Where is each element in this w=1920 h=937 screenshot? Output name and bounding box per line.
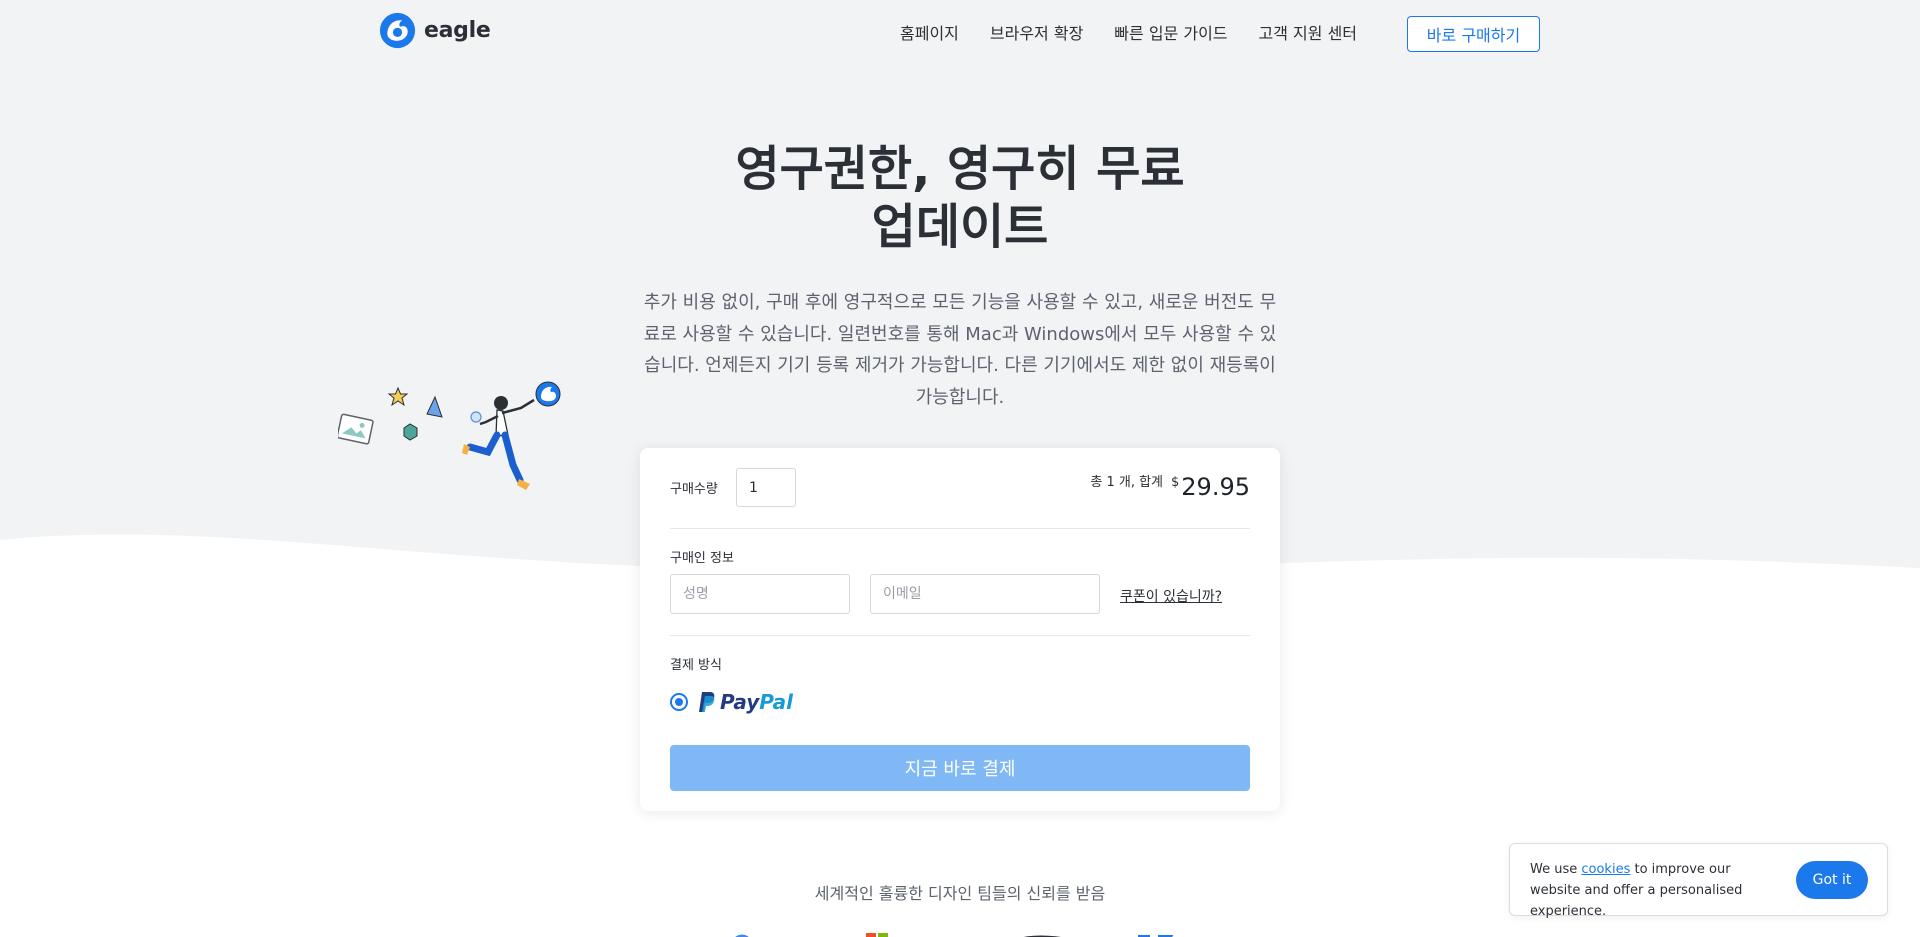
hero-illustration — [338, 381, 561, 490]
payment-method-label: 결제 방식 — [670, 658, 722, 673]
paypal-pay: Pay — [720, 690, 760, 714]
cookies-link[interactable]: cookies — [1581, 862, 1630, 877]
photo-icon — [338, 413, 374, 445]
eagle-logo-icon — [379, 12, 416, 49]
nav-home[interactable]: 홈페이지 — [900, 20, 959, 44]
logo-text: eagle — [424, 18, 491, 43]
paypal-option[interactable]: PayPal — [670, 690, 793, 714]
name-input[interactable] — [670, 574, 850, 614]
paypal-radio[interactable] — [670, 693, 688, 711]
main-nav: 홈페이지 브라우저 확장 빠른 입문 가이드 고객 지원 센터 — [900, 20, 1357, 44]
radio-selected-dot — [675, 698, 683, 706]
price-amount: 29.95 — [1181, 473, 1250, 501]
price-currency: $ — [1171, 475, 1180, 490]
buyer-info-label: 구매인 정보 — [670, 551, 734, 566]
cookie-text: We use cookies to improve our website an… — [1530, 859, 1780, 922]
circle-shape — [470, 411, 482, 423]
title-line-2: 업데이트 — [871, 199, 1049, 255]
page-title: 영구권한, 영구히 무료 업데이트 — [660, 140, 1260, 256]
nav-quick-start-guide[interactable]: 빠른 입문 가이드 — [1114, 20, 1227, 44]
quantity-label: 구매수량 — [670, 482, 718, 497]
hero-subtitle: 추가 비용 없이, 구매 후에 영구적으로 모든 기능을 사용할 수 있고, 새… — [643, 292, 1277, 408]
triangle-shape — [426, 395, 443, 418]
trusted-by-text: 세계적인 훌륭한 디자인 팀들의 신뢰를 받음 — [814, 884, 1106, 903]
got-it-button[interactable]: Got it — [1796, 861, 1868, 899]
paypal-pal: Pal — [759, 690, 794, 714]
paypal-icon — [699, 692, 715, 712]
title-line-1: 영구권한, 영구히 무료 — [735, 141, 1185, 197]
pay-now-button[interactable]: 지금 바로 결제 — [670, 745, 1250, 791]
partner-logos-strip — [735, 933, 1174, 937]
nav-support-center[interactable]: 고객 지원 센터 — [1259, 20, 1358, 44]
cookie-text-before: We use — [1530, 862, 1582, 877]
coupon-link[interactable]: 쿠폰이 있습니까? — [1120, 586, 1222, 606]
email-input[interactable] — [870, 574, 1100, 614]
running-person — [462, 381, 561, 490]
cube-shape — [403, 423, 418, 441]
brand-logos — [730, 925, 1190, 937]
nav-browser-extension[interactable]: 브라우저 확장 — [990, 20, 1083, 44]
cookie-banner: We use cookies to improve our website an… — [1509, 843, 1888, 919]
quantity-input[interactable] — [736, 468, 796, 507]
star-shape — [387, 386, 409, 407]
logo[interactable]: eagle — [379, 12, 491, 49]
site-header: eagle 홈페이지 브라우저 확장 빠른 입문 가이드 고객 지원 센터 바로… — [0, 0, 1920, 66]
order-summary: 총 1 개, 합계 $ 29.95 — [1090, 471, 1250, 501]
divider — [670, 528, 1250, 529]
divider — [670, 635, 1250, 636]
summary-text: 총 1 개, 합계 — [1090, 475, 1163, 490]
paypal-logo: PayPal — [696, 690, 793, 714]
paypal-wordmark: PayPal — [720, 690, 793, 714]
total-price: $ 29.95 — [1171, 473, 1250, 501]
purchase-card: 구매수량 총 1 개, 합계 $ 29.95 구매인 정보 쿠폰이 있습니까? … — [640, 448, 1280, 811]
buy-now-button[interactable]: 바로 구매하기 — [1407, 16, 1540, 52]
